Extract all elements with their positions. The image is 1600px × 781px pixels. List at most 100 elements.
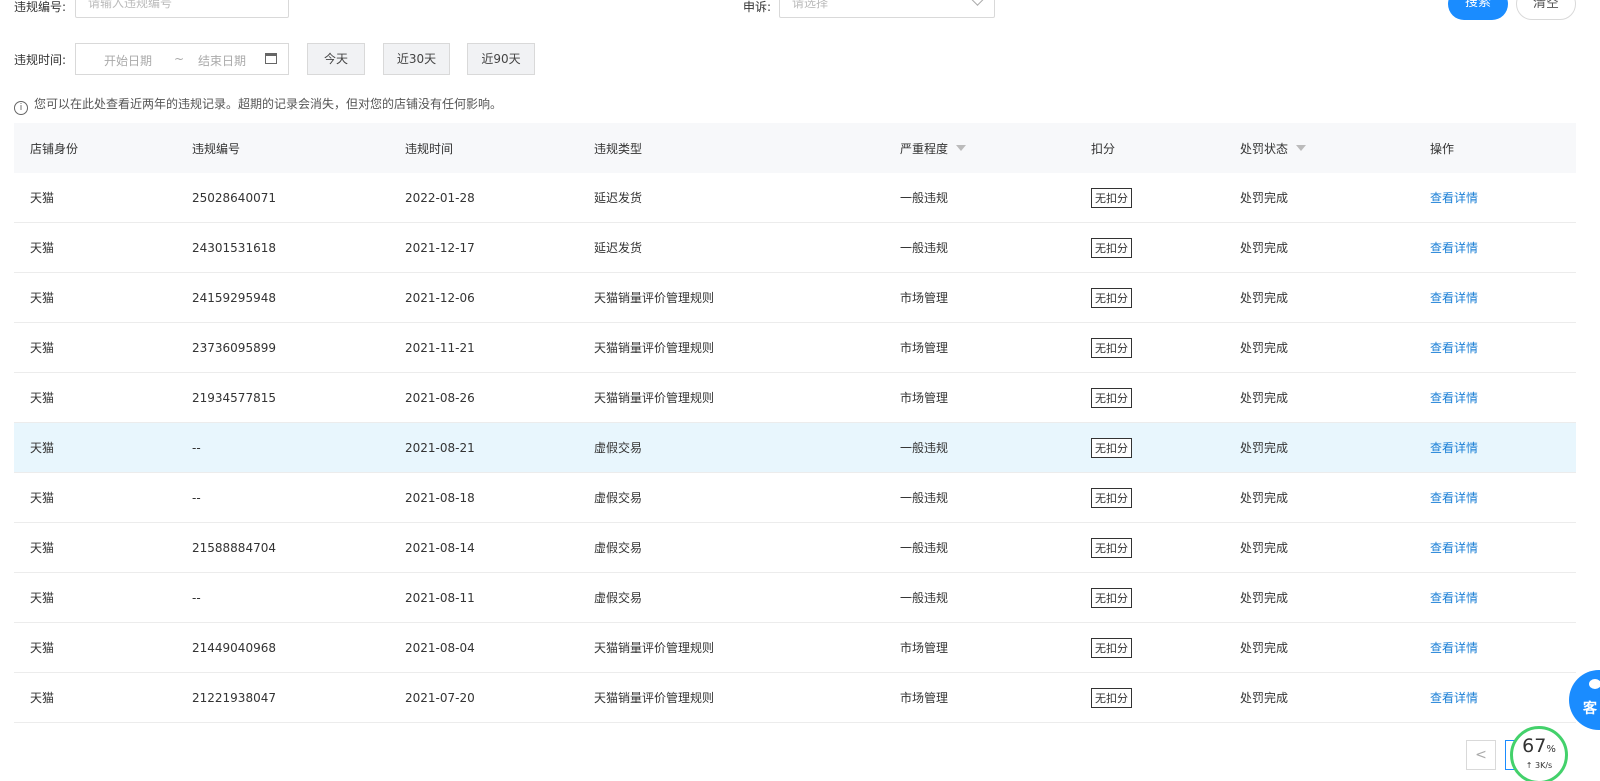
header-action: 操作 [1430, 141, 1455, 156]
cell-action: 查看详情 [1430, 673, 1478, 722]
notice-text: 您可以在此处查看近两年的违规记录。超期的记录会消失，但对您的店铺没有任何影响。 [34, 97, 503, 111]
cell-violation-type: 天猫销量评价管理规则 [594, 273, 714, 322]
appeal-placeholder: 请选择 [792, 0, 829, 10]
speed-percent-value: 67 [1522, 735, 1547, 757]
view-details-link[interactable]: 查看详情 [1430, 589, 1478, 606]
cell-severity: 一般违规 [900, 173, 948, 222]
header-penalty-status: 处罚状态 [1240, 123, 1307, 173]
appeal-label: 申诉: [743, 0, 772, 14]
filter-icon[interactable] [1296, 145, 1307, 151]
cell-violation-time: 2021-08-26 [405, 373, 475, 422]
calendar-icon [265, 53, 277, 64]
table-row: 天猫 21449040968 2021-08-04 天猫销量评价管理规则 市场管理 无扣分… [14, 623, 1576, 673]
header-status-label: 处罚状态 [1240, 141, 1289, 156]
cell-violation-type: 天猫销量评价管理规则 [594, 373, 714, 422]
header-severity: 严重程度 [900, 123, 967, 173]
view-details-link[interactable]: 查看详情 [1430, 489, 1478, 506]
cell-violation-id-text: -- [192, 490, 201, 505]
view-details-link[interactable]: 查看详情 [1430, 389, 1478, 406]
header-severity-label: 严重程度 [900, 141, 949, 156]
cell-violation-time: 2021-12-06 [405, 273, 475, 322]
clear-button[interactable]: 清空 [1516, 0, 1576, 20]
view-details-link[interactable]: 查看详情 [1430, 239, 1478, 256]
cell-severity-text: 一般违规 [900, 191, 949, 205]
cell-violation-type: 虚假交易 [594, 573, 642, 622]
view-details-link[interactable]: 查看详情 [1430, 689, 1478, 706]
cell-severity: 市场管理 [900, 623, 948, 672]
cell-violation-type: 天猫销量评价管理规则 [594, 673, 714, 722]
last-30-days-button[interactable]: 近30天 [383, 43, 450, 75]
cell-violation-id-text: 21588884704 [192, 540, 276, 555]
cell-action: 查看详情 [1430, 473, 1478, 522]
cell-status-text: 处罚完成 [1240, 541, 1289, 555]
cell-deduction: 无扣分 [1091, 223, 1132, 272]
violation-time-label: 违规时间: [14, 53, 67, 67]
cell-severity: 一般违规 [900, 523, 948, 572]
cell-violation-id-text: 21934577815 [192, 390, 276, 405]
cell-violation-time: 2021-08-11 [405, 573, 475, 622]
cell-violation-time: 2021-08-04 [405, 623, 475, 672]
cell-status-text: 处罚完成 [1240, 241, 1289, 255]
table-row: 天猫 24159295948 2021-12-06 天猫销量评价管理规则 市场管理 无扣分… [14, 273, 1576, 323]
cell-violation-type-text: 天猫销量评价管理规则 [594, 291, 715, 305]
view-details-link[interactable]: 查看详情 [1430, 639, 1478, 656]
cell-deduction: 无扣分 [1091, 573, 1132, 622]
view-details-link[interactable]: 查看详情 [1430, 189, 1478, 206]
cell-shop-text: 天猫 [30, 691, 55, 705]
violation-id-placeholder: 请输入违规编号 [88, 0, 173, 10]
deduction-tag: 无扣分 [1091, 287, 1132, 308]
start-date-input[interactable]: 开始日期 [104, 52, 152, 69]
cell-violation-type: 天猫销量评价管理规则 [594, 623, 714, 672]
range-separator: ~ [174, 52, 185, 66]
cell-shop-text: 天猫 [30, 291, 55, 305]
cell-status: 处罚完成 [1240, 223, 1288, 272]
filter-icon[interactable] [956, 145, 967, 151]
deduction-tag: 无扣分 [1091, 637, 1132, 658]
cell-deduction: 无扣分 [1091, 673, 1132, 722]
view-details-link[interactable]: 查看详情 [1430, 289, 1478, 306]
cell-status: 处罚完成 [1240, 323, 1288, 372]
cell-status: 处罚完成 [1240, 423, 1288, 472]
cell-shop: 天猫 [30, 523, 54, 572]
cell-violation-id-text: 21221938047 [192, 690, 276, 705]
cell-violation-time-text: 2021-12-06 [405, 290, 475, 305]
table-row: 天猫 -- 2021-08-11 虚假交易 一般违规 无扣分 处罚完成 查看详情 [14, 573, 1576, 623]
cell-violation-type-text: 虚假交易 [594, 441, 643, 455]
cell-shop: 天猫 [30, 423, 54, 472]
deduction-tag: 无扣分 [1091, 387, 1132, 408]
end-date-input[interactable]: 结束日期 [198, 52, 246, 69]
deduction-tag: 无扣分 [1091, 487, 1132, 508]
cell-shop: 天猫 [30, 673, 54, 722]
cell-violation-type: 延迟发货 [594, 173, 642, 222]
appeal-select[interactable]: 请选择 [779, 0, 995, 18]
cell-status-text: 处罚完成 [1240, 591, 1289, 605]
date-range-picker[interactable]: 开始日期 ~ 结束日期 [75, 43, 289, 75]
view-details-link[interactable]: 查看详情 [1430, 339, 1478, 356]
cell-severity-text: 市场管理 [900, 641, 949, 655]
cell-violation-type: 虚假交易 [594, 423, 642, 472]
cell-violation-time-text: 2021-08-11 [405, 590, 475, 605]
prev-page-button[interactable]: < [1466, 740, 1496, 770]
view-details-link[interactable]: 查看详情 [1430, 439, 1478, 456]
cell-violation-time-text: 2021-12-17 [405, 240, 475, 255]
violation-id-input[interactable]: 请输入违规编号 [75, 0, 289, 18]
cell-violation-type-text: 天猫销量评价管理规则 [594, 391, 715, 405]
cell-severity: 市场管理 [900, 323, 948, 372]
cell-deduction: 无扣分 [1091, 523, 1132, 572]
deduction-tag: 无扣分 [1091, 587, 1132, 608]
cell-violation-id-text: 25028640071 [192, 190, 276, 205]
cell-severity: 一般违规 [900, 473, 948, 522]
cell-shop: 天猫 [30, 623, 54, 672]
deduction-tag: 无扣分 [1091, 537, 1132, 558]
cell-shop-text: 天猫 [30, 591, 55, 605]
last-90-days-button[interactable]: 近90天 [467, 43, 535, 75]
search-button[interactable]: 搜索 [1448, 0, 1508, 20]
cell-action: 查看详情 [1430, 223, 1478, 272]
cell-violation-type-text: 天猫销量评价管理规则 [594, 341, 715, 355]
cell-deduction: 无扣分 [1091, 473, 1132, 522]
today-button[interactable]: 今天 [307, 43, 365, 75]
cell-severity: 市场管理 [900, 273, 948, 322]
cell-deduction: 无扣分 [1091, 423, 1132, 472]
view-details-link[interactable]: 查看详情 [1430, 539, 1478, 556]
cell-shop-text: 天猫 [30, 341, 55, 355]
